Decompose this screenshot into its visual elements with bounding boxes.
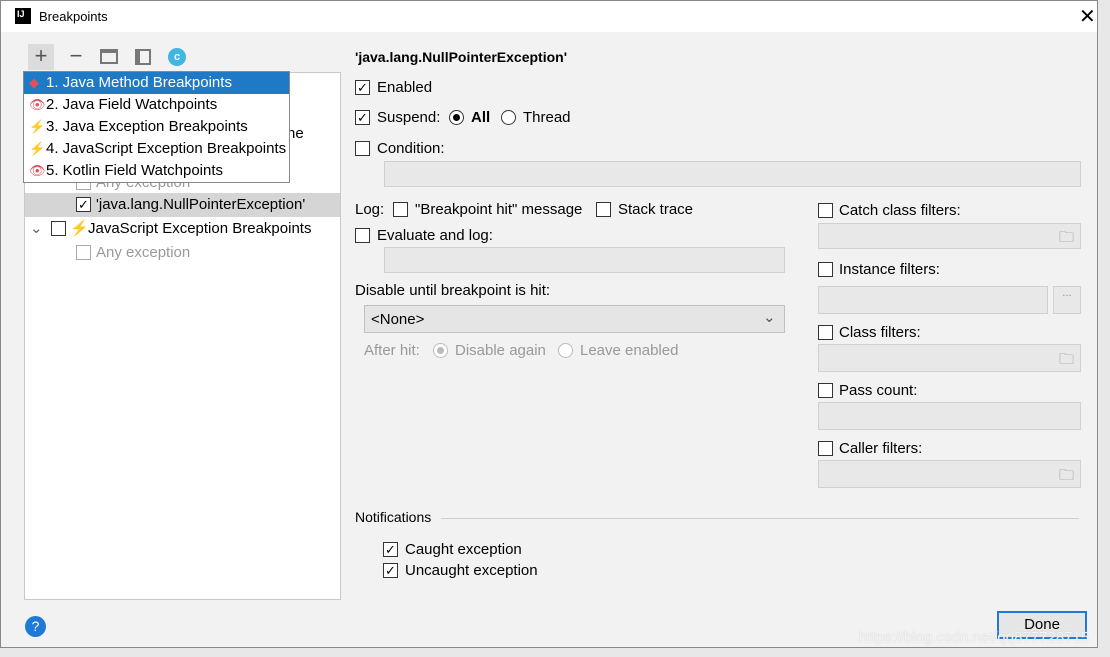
instance-filters-browse-button[interactable]: ... (1053, 286, 1081, 314)
folder-icon[interactable]: 🗀 (1059, 349, 1074, 374)
breakpoint-hit-message-checkbox[interactable] (393, 202, 408, 217)
tree-item-any-exception-js[interactable]: Any exception (96, 244, 190, 261)
evaluate-and-log-label: Evaluate and log: (377, 227, 493, 244)
popup-item-js-exception[interactable]: ⚡ 4. JavaScript Exception Breakpoints (24, 138, 289, 160)
enabled-label: Enabled (377, 79, 433, 96)
stack-trace-label: Stack trace (618, 201, 694, 218)
class-filters-input[interactable]: 🗀 (818, 344, 1081, 372)
title-bar: IJ Breakpoints ✕ (1, 1, 1097, 32)
uncaught-exception-label: Uncaught exception (405, 562, 538, 579)
eye-icon: 👁 (29, 163, 46, 178)
watermark: https://blog.csdn.net/qq877728715 (859, 629, 1090, 646)
suspend-label: Suspend: (377, 109, 441, 126)
dropdown-value: <None> (371, 311, 425, 328)
instance-filters-label: Instance filters: (839, 261, 940, 278)
lightning-icon: ⚡ (29, 119, 46, 134)
instance-filters-checkbox[interactable] (818, 262, 833, 277)
lightning-icon: ⚡ (70, 220, 89, 237)
caller-filters-label: Caller filters: (839, 440, 923, 457)
eye-icon: 👁 (29, 97, 46, 112)
popup-item-label: 2. Java Field Watchpoints (46, 96, 218, 113)
popup-item-java-field[interactable]: 👁 2. Java Field Watchpoints (24, 94, 289, 116)
popup-item-java-exception[interactable]: ⚡ 3. Java Exception Breakpoints (24, 116, 289, 138)
close-icon[interactable]: ✕ (1079, 4, 1096, 29)
breakpoints-dialog: IJ Breakpoints ✕ + − c ne Any exception … (0, 0, 1098, 648)
class-filters-checkbox[interactable] (818, 325, 833, 340)
thread-label: Thread (523, 109, 571, 126)
pass-count-label: Pass count: (839, 382, 918, 399)
diamond-icon: ◆ (29, 75, 39, 90)
catch-class-filters-input[interactable]: 🗀 (818, 223, 1081, 249)
npe-label: 'java.lang.NullPointerException' (96, 196, 306, 213)
enabled-checkbox[interactable]: ✓ (355, 80, 370, 95)
popup-item-label: 4. JavaScript Exception Breakpoints (46, 140, 287, 157)
popup-item-kotlin-field[interactable]: 👁 5. Kotlin Field Watchpoints (24, 160, 289, 182)
leave-enabled-radio[interactable] (558, 343, 573, 358)
group-by-package-icon[interactable] (100, 49, 118, 64)
condition-label: Condition: (377, 140, 445, 157)
breakpoint-hit-message-label: "Breakpoint hit" message (415, 201, 583, 218)
all-label: All (471, 109, 491, 126)
help-button[interactable]: ? (25, 616, 46, 637)
add-breakpoint-popup: ◆ 1. Java Method Breakpoints 👁 2. Java Fie… (23, 71, 290, 183)
suspend-thread-radio[interactable] (501, 110, 516, 125)
caller-filters-checkbox[interactable] (818, 441, 833, 456)
folder-icon[interactable]: 🗀 (1059, 227, 1074, 252)
group-by-class-icon[interactable]: c (168, 48, 186, 66)
pass-count-input[interactable] (818, 402, 1081, 430)
condition-input[interactable] (384, 161, 1081, 187)
remove-button[interactable]: − (63, 44, 89, 70)
catch-class-filters-label: Catch class filters: (839, 202, 961, 219)
evaluate-input[interactable] (384, 247, 785, 273)
notifications-heading: Notifications (355, 509, 432, 525)
instance-filters-input[interactable] (818, 286, 1048, 314)
suspend-all-radio[interactable] (449, 110, 464, 125)
disable-again-label: Disable again (455, 342, 546, 359)
popup-item-java-method[interactable]: ◆ 1. Java Method Breakpoints (24, 72, 289, 94)
evaluate-and-log-checkbox[interactable] (355, 228, 370, 243)
leave-enabled-label: Leave enabled (580, 342, 679, 359)
folder-icon[interactable]: 🗀 (1059, 465, 1074, 490)
stack-trace-checkbox[interactable] (596, 202, 611, 217)
detail-heading: 'java.lang.NullPointerException' (355, 49, 568, 65)
disable-until-label: Disable until breakpoint is hit: (355, 282, 551, 299)
lightning-icon: ⚡ (29, 141, 46, 156)
add-button[interactable]: + (28, 44, 54, 70)
popup-item-label: 3. Java Exception Breakpoints (46, 118, 248, 135)
intellij-logo-icon: IJ (15, 8, 31, 24)
log-label: Log: (355, 201, 385, 218)
caught-exception-label: Caught exception (405, 541, 522, 558)
caught-exception-checkbox[interactable]: ✓ (383, 542, 398, 557)
disable-until-dropdown[interactable]: <None> ⌄ (364, 305, 785, 333)
npe-checkbox[interactable]: ✓ (76, 197, 91, 212)
group-by-file-icon[interactable] (135, 49, 151, 65)
chevron-down-icon: ⌄ (763, 309, 776, 326)
any-exception-js-checkbox[interactable] (76, 245, 91, 260)
suspend-checkbox[interactable]: ✓ (355, 110, 370, 125)
uncaught-exception-checkbox[interactable]: ✓ (383, 563, 398, 578)
catch-class-filters-checkbox[interactable] (818, 203, 833, 218)
tree-item-js-exception[interactable]: JavaScript Exception Breakpoints (88, 220, 311, 237)
popup-item-label: 1. Java Method Breakpoints (46, 74, 232, 91)
chevron-down-icon[interactable]: ⌄ (30, 219, 43, 237)
notifications-divider (441, 518, 1079, 519)
condition-checkbox[interactable] (355, 141, 370, 156)
window-title: Breakpoints (39, 9, 108, 24)
disable-again-radio[interactable] (433, 343, 448, 358)
js-exception-checkbox[interactable] (51, 221, 66, 236)
class-filters-label: Class filters: (839, 324, 921, 341)
pass-count-checkbox[interactable] (818, 383, 833, 398)
caller-filters-input[interactable]: 🗀 (818, 460, 1081, 488)
after-hit-label: After hit: (364, 342, 420, 359)
popup-item-label: 5. Kotlin Field Watchpoints (46, 162, 224, 179)
